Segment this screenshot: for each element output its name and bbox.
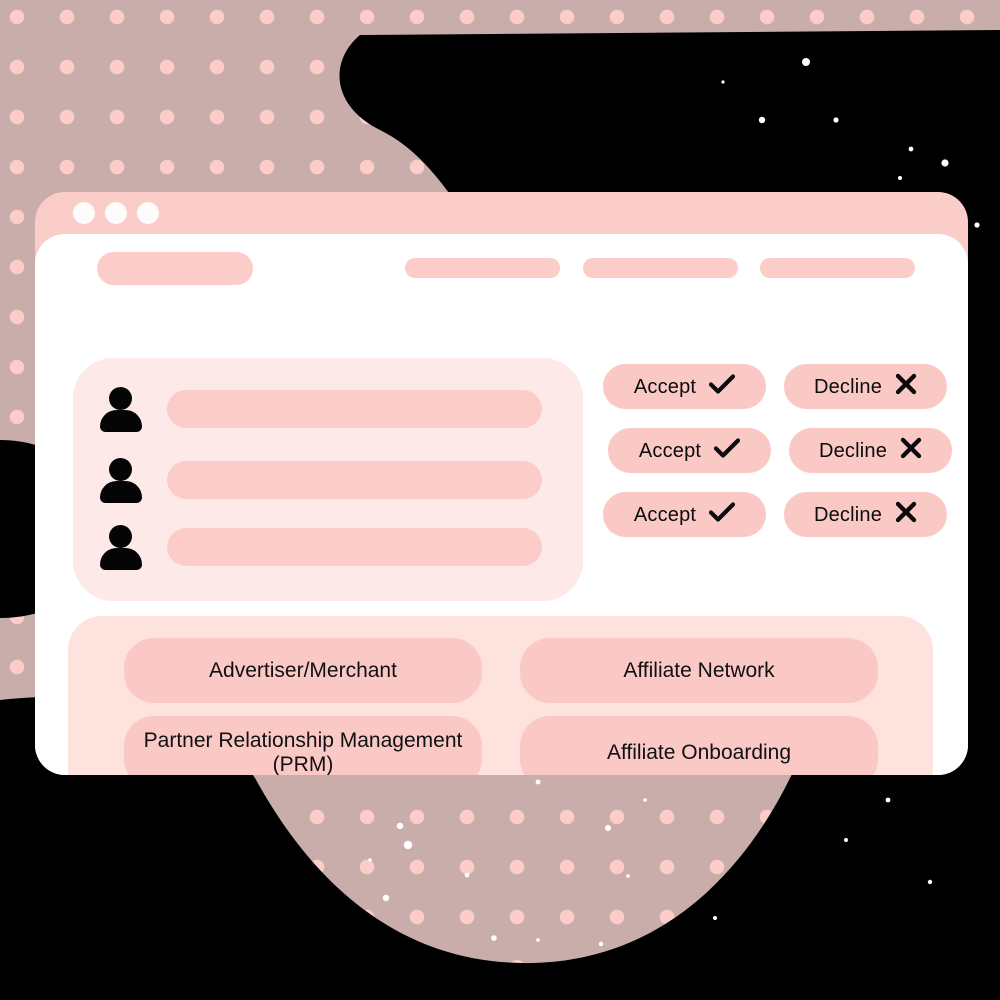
close-x-icon	[900, 437, 922, 464]
person-icon-body	[100, 410, 142, 432]
category-advertiser-merchant[interactable]: Advertiser/Merchant	[124, 638, 482, 703]
illustration-canvas: Accept Decline Accept Decline Accept Dec…	[0, 0, 1000, 1000]
action-row: Accept Decline	[603, 492, 947, 537]
applicant-name-placeholder	[167, 461, 542, 499]
category-label: Affiliate Onboarding	[606, 740, 792, 764]
request-row[interactable]	[73, 383, 583, 435]
decline-button-label: Decline	[818, 439, 888, 462]
close-x-icon	[895, 373, 917, 400]
affiliate-requests-panel	[73, 358, 583, 601]
nav-item-1-placeholder[interactable]	[405, 258, 560, 278]
window-viewport: Accept Decline Accept Decline Accept Dec…	[35, 234, 968, 775]
category-label: Partner Relationship Management (PRM)	[143, 728, 463, 775]
window-close-button[interactable]	[73, 202, 95, 224]
applicant-name-placeholder	[167, 528, 542, 566]
request-row[interactable]	[73, 521, 583, 573]
person-icon-head	[109, 525, 132, 548]
decline-button-label: Decline	[813, 375, 883, 398]
applicant-name-placeholder	[167, 390, 542, 428]
accept-button-label: Accept	[633, 375, 697, 398]
person-icon-head	[109, 387, 132, 410]
person-icon	[98, 457, 144, 503]
check-icon	[709, 502, 736, 527]
request-actions-column: Accept Decline Accept Decline Accept Dec…	[603, 358, 952, 601]
accept-button-label: Accept	[633, 503, 697, 526]
browser-window: Accept Decline Accept Decline Accept Dec…	[35, 192, 968, 775]
window-titlebar	[35, 192, 968, 234]
window-maximize-button[interactable]	[137, 202, 159, 224]
category-panel: Advertiser/Merchant Affiliate Network Pa…	[68, 616, 933, 775]
category-affiliate-onboarding[interactable]: Affiliate Onboarding	[520, 716, 878, 775]
decline-button[interactable]: Decline	[789, 428, 952, 473]
person-icon-head	[109, 458, 132, 481]
accept-button[interactable]: Accept	[603, 364, 766, 409]
request-row[interactable]	[73, 454, 583, 506]
site-logo-placeholder[interactable]	[97, 252, 253, 285]
person-icon	[98, 524, 144, 570]
nav-item-2-placeholder[interactable]	[583, 258, 738, 278]
decline-button-label: Decline	[813, 503, 883, 526]
decline-button[interactable]: Decline	[784, 364, 947, 409]
close-x-icon	[895, 501, 917, 528]
action-row: Accept Decline	[603, 364, 947, 409]
decline-button[interactable]: Decline	[784, 492, 947, 537]
category-label: Affiliate Network	[623, 658, 775, 682]
top-navigation-bar	[35, 234, 968, 296]
check-icon	[709, 374, 736, 399]
category-partner-relationship-management[interactable]: Partner Relationship Management (PRM)	[124, 716, 482, 775]
person-icon-body	[100, 481, 142, 503]
person-icon-body	[100, 548, 142, 570]
person-icon	[98, 386, 144, 432]
accept-button[interactable]: Accept	[603, 492, 766, 537]
window-minimize-button[interactable]	[105, 202, 127, 224]
accept-button[interactable]: Accept	[608, 428, 771, 473]
category-label: Advertiser/Merchant	[209, 658, 397, 682]
category-affiliate-network[interactable]: Affiliate Network	[520, 638, 878, 703]
action-row: Accept Decline	[608, 428, 952, 473]
nav-item-3-placeholder[interactable]	[760, 258, 915, 278]
check-icon	[714, 438, 741, 463]
accept-button-label: Accept	[638, 439, 702, 462]
